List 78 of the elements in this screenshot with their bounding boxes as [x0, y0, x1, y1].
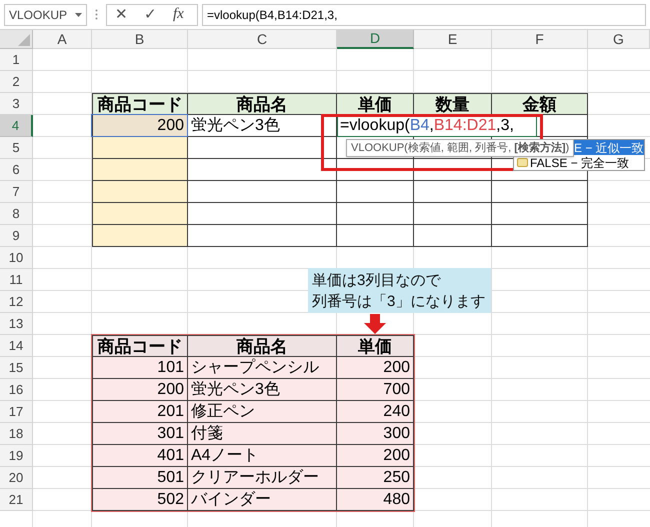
- formula-field[interactable]: =vlookup(B4,B14:D21,3,: [202, 4, 646, 26]
- column-heading: 数量: [414, 93, 492, 115]
- row-header[interactable]: 9: [0, 225, 33, 247]
- table-cell: 502: [92, 489, 188, 511]
- row-header[interactable]: 10: [0, 247, 33, 269]
- row-header[interactable]: 19: [0, 445, 33, 467]
- row-header[interactable]: 1: [0, 49, 33, 71]
- table-cell: バインダー: [188, 489, 337, 511]
- row-header[interactable]: 4: [0, 115, 33, 137]
- table-cell: シャープペンシル: [188, 357, 337, 379]
- column-heading: 商品コード: [92, 335, 188, 357]
- row-header[interactable]: 18: [0, 423, 33, 445]
- row-header[interactable]: 7: [0, 181, 33, 203]
- callout-text: 単価は3列目なので: [312, 270, 442, 290]
- more-options-icon[interactable]: [95, 9, 98, 20]
- row-header[interactable]: 20: [0, 467, 33, 489]
- row-header[interactable]: 14: [0, 335, 33, 357]
- column-header[interactable]: D: [337, 30, 414, 49]
- cancel-button[interactable]: ✕: [115, 7, 128, 22]
- row-header[interactable]: 13: [0, 313, 33, 335]
- table-cell: 蛍光ペン3色: [188, 379, 337, 401]
- input-cell[interactable]: [92, 159, 188, 181]
- input-cell[interactable]: [92, 181, 188, 203]
- input-cell[interactable]: [92, 225, 188, 247]
- row-header[interactable]: 12: [0, 291, 33, 313]
- row-header[interactable]: 15: [0, 357, 33, 379]
- table-cell: 301: [92, 423, 188, 445]
- column-heading: 単価: [337, 335, 414, 357]
- row-header[interactable]: 6: [0, 159, 33, 181]
- table-cell: 200: [92, 379, 188, 401]
- row-header[interactable]: 3: [0, 93, 33, 115]
- input-cell[interactable]: [92, 203, 188, 225]
- table-cell: 200: [92, 115, 188, 137]
- column-heading: 商品名: [188, 93, 337, 115]
- callout-text: 列番号は「3」になります: [312, 292, 486, 312]
- table-cell: 501: [92, 467, 188, 489]
- cell-editor[interactable]: =vlookup(B4,B14:D21,3,: [337, 115, 537, 137]
- table-cell: 480: [337, 489, 414, 511]
- column-header[interactable]: G: [588, 30, 650, 49]
- table-cell: 250: [337, 467, 414, 489]
- table-cell: 付箋: [188, 423, 337, 445]
- value-icon: [517, 158, 528, 167]
- enter-button[interactable]: ✓: [144, 7, 157, 22]
- row-header[interactable]: 2: [0, 71, 33, 93]
- table-cell: A4ノート: [188, 445, 337, 467]
- function-tooltip: VLOOKUP(検索値, 範囲, 列番号, [検索方法]): [346, 139, 574, 157]
- table-cell: 修正ペン: [188, 401, 337, 423]
- column-heading: 商品名: [188, 335, 337, 357]
- table-cell: 401: [92, 445, 188, 467]
- name-box[interactable]: VLOOKUP: [4, 4, 87, 26]
- column-heading: 商品コード: [92, 93, 188, 115]
- row-header[interactable]: 8: [0, 203, 33, 225]
- caret-icon: [75, 12, 82, 16]
- column-heading: 金額: [492, 93, 588, 115]
- table-cell: クリアーホルダー: [188, 467, 337, 489]
- column-header[interactable]: C: [188, 30, 337, 49]
- column-header[interactable]: E: [414, 30, 492, 49]
- table-cell: 蛍光ペン3色: [188, 115, 337, 137]
- row-header[interactable]: 21: [0, 489, 33, 511]
- table-cell: 200: [337, 445, 414, 467]
- down-arrow-icon: [364, 314, 386, 334]
- column-header[interactable]: A: [33, 30, 92, 49]
- column-heading: 単価: [337, 93, 414, 115]
- table-cell: 201: [92, 401, 188, 423]
- column-header[interactable]: B: [92, 30, 188, 49]
- row-header[interactable]: 16: [0, 379, 33, 401]
- row-header[interactable]: 17: [0, 401, 33, 423]
- insert-function-button[interactable]: fx: [173, 7, 184, 22]
- table-cell: 300: [337, 423, 414, 445]
- table-cell: 200: [337, 357, 414, 379]
- table-cell: 240: [337, 401, 414, 423]
- row-header[interactable]: 11: [0, 269, 33, 291]
- row-header[interactable]: 5: [0, 137, 33, 159]
- input-cell[interactable]: [92, 137, 188, 159]
- autocomplete-item[interactable]: E − 近似一致: [572, 140, 644, 155]
- table-cell: 101: [92, 357, 188, 379]
- table-cell: 700: [337, 379, 414, 401]
- column-header[interactable]: F: [492, 30, 588, 49]
